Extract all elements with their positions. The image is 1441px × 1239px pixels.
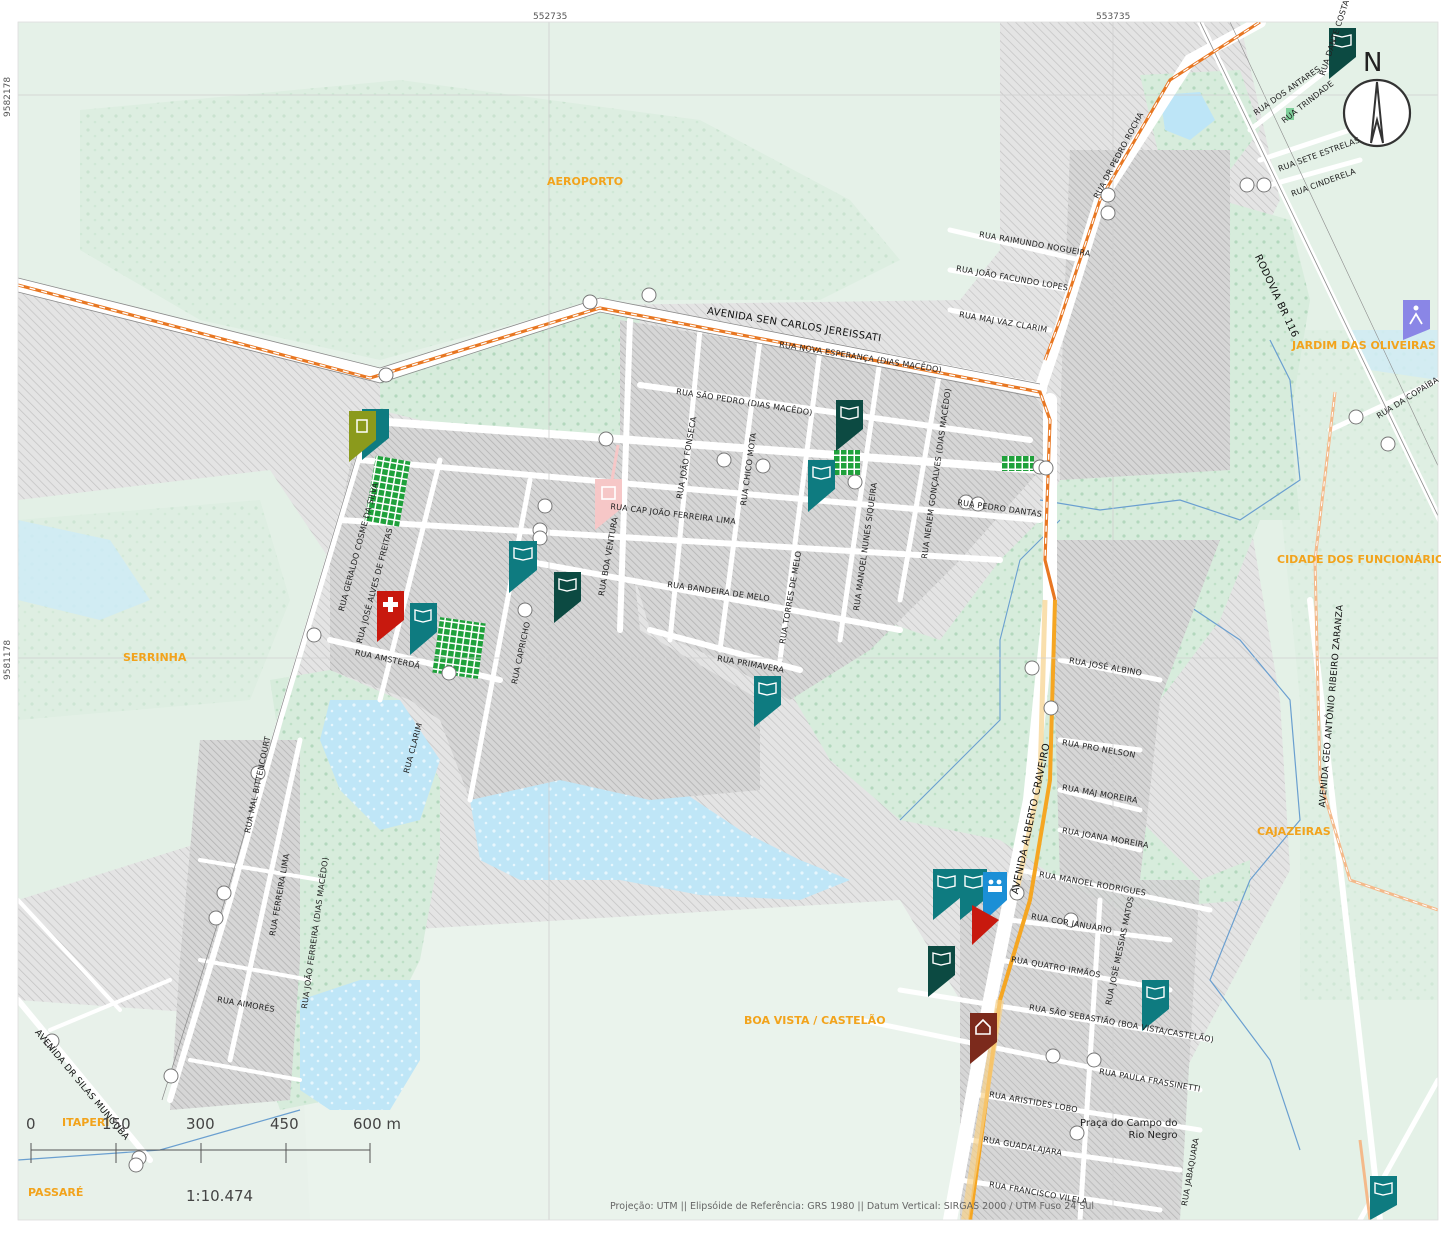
neighborhood-label: CIDADE DOS FUNCIONÁRIOS (1277, 553, 1441, 566)
neighborhood-label: AEROPORTO (547, 175, 624, 188)
sport-field-3 (834, 450, 860, 475)
projection-footer: Projeção: UTM || Elipsóide de Referência… (610, 1201, 1095, 1212)
praca-line-1: Praça do Campo do (1080, 1118, 1178, 1129)
neighborhood-label: PASSARÉ (28, 1186, 84, 1199)
north-label: N (1363, 48, 1383, 78)
neighborhood-label: CAJAZEIRAS (1257, 825, 1331, 838)
map-canvas[interactable] (0, 0, 1441, 1239)
coord-left-top: 9582178 (3, 76, 13, 117)
praca-label: Praça do Campo do Rio Negro (1080, 1118, 1178, 1142)
neighborhood-label: JARDIM DAS OLIVEIRAS (1292, 339, 1436, 352)
coord-top-left: 552735 (533, 12, 568, 22)
scale-label: 150 (102, 1115, 131, 1133)
scale-label: 0 (26, 1115, 36, 1133)
scale-ratio: 1:10.474 (186, 1187, 254, 1205)
coord-top-right: 553735 (1096, 12, 1131, 22)
sport-field-2 (432, 617, 486, 679)
dense-blocks-north (1060, 150, 1230, 480)
neighborhood-label: BOA VISTA / CASTELÃO (744, 1014, 886, 1027)
sport-field-4 (1002, 456, 1034, 471)
praca-line-2: Rio Negro (1128, 1130, 1178, 1141)
scale-label: 600 m (353, 1115, 402, 1133)
scale-label: 300 (186, 1115, 215, 1133)
coord-left-bottom: 9581178 (3, 639, 13, 680)
neighborhood-label: SERRINHA (123, 651, 187, 664)
scale-label: 450 (270, 1115, 299, 1133)
